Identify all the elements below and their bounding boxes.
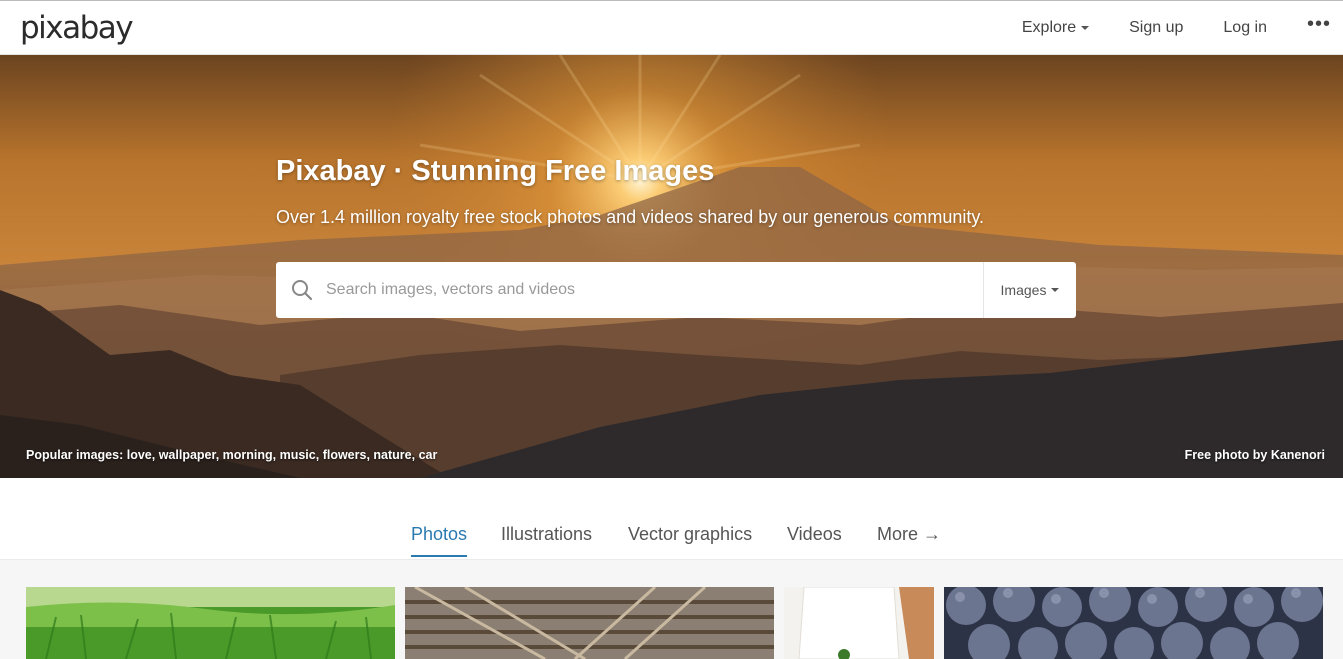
more-options-icon[interactable]: ••• xyxy=(1307,14,1331,37)
railway-photo xyxy=(405,587,774,659)
popular-tag[interactable]: nature xyxy=(373,448,411,462)
popular-tag[interactable]: morning xyxy=(223,448,273,462)
thumbnail-railway[interactable] xyxy=(405,587,774,659)
search-bar: Images xyxy=(276,262,1076,318)
tab-more[interactable]: More → xyxy=(877,524,941,545)
top-navbar: pixabay Explore Sign up Log in ••• xyxy=(0,0,1343,55)
chevron-down-icon xyxy=(1051,288,1060,292)
image-grid xyxy=(0,560,1343,659)
search-input[interactable] xyxy=(326,272,966,308)
pixabay-logo[interactable]: pixabay xyxy=(20,12,134,44)
thumbnail-wedding[interactable] xyxy=(784,587,934,659)
signup-link[interactable]: Sign up xyxy=(1129,19,1183,37)
wedding-photo xyxy=(784,587,934,659)
tab-photos[interactable]: Photos xyxy=(411,524,468,557)
credit-prefix: Free photo by xyxy=(1184,448,1268,462)
popular-tag[interactable]: music xyxy=(280,448,316,462)
popular-label: Popular images: xyxy=(26,448,124,462)
media-type-label: Images xyxy=(1000,282,1047,298)
explore-menu[interactable]: Explore xyxy=(1021,19,1090,37)
credit-author-link[interactable]: Kanenori xyxy=(1271,448,1325,462)
grass-photo xyxy=(26,587,395,659)
header-nav: Explore Sign up Log in ••• xyxy=(1022,1,1343,55)
tab-vector-graphics[interactable]: Vector graphics xyxy=(628,524,752,545)
popular-tags: Popular images: love, wallpaper, morning… xyxy=(26,448,438,462)
photo-credit: Free photo by Kanenori xyxy=(1185,448,1325,462)
explore-label: Explore xyxy=(1021,19,1077,36)
tab-illustrations[interactable]: Illustrations xyxy=(501,524,592,545)
popular-tag[interactable]: wallpaper xyxy=(159,448,216,462)
media-tabs: Photos Illustrations Vector graphics Vid… xyxy=(0,478,1343,560)
thumbnail-blueberries[interactable] xyxy=(944,587,1323,659)
hero-banner: Pixabay · Stunning Free Images Over 1.4 … xyxy=(0,55,1343,478)
search-icon[interactable] xyxy=(291,279,313,301)
popular-tag[interactable]: flowers xyxy=(323,448,367,462)
thumbnail-grass[interactable] xyxy=(26,587,395,659)
chevron-down-icon xyxy=(1081,26,1090,30)
login-link[interactable]: Log in xyxy=(1223,19,1267,37)
popular-tag[interactable]: car xyxy=(419,448,438,462)
media-type-dropdown[interactable]: Images xyxy=(983,262,1076,318)
blueberries-photo xyxy=(944,587,1323,659)
hero-title: Pixabay · Stunning Free Images xyxy=(276,155,715,187)
hero-subtitle: Over 1.4 million royalty free stock phot… xyxy=(276,207,985,227)
tab-videos[interactable]: Videos xyxy=(787,524,842,545)
popular-tag[interactable]: love xyxy=(127,448,152,462)
